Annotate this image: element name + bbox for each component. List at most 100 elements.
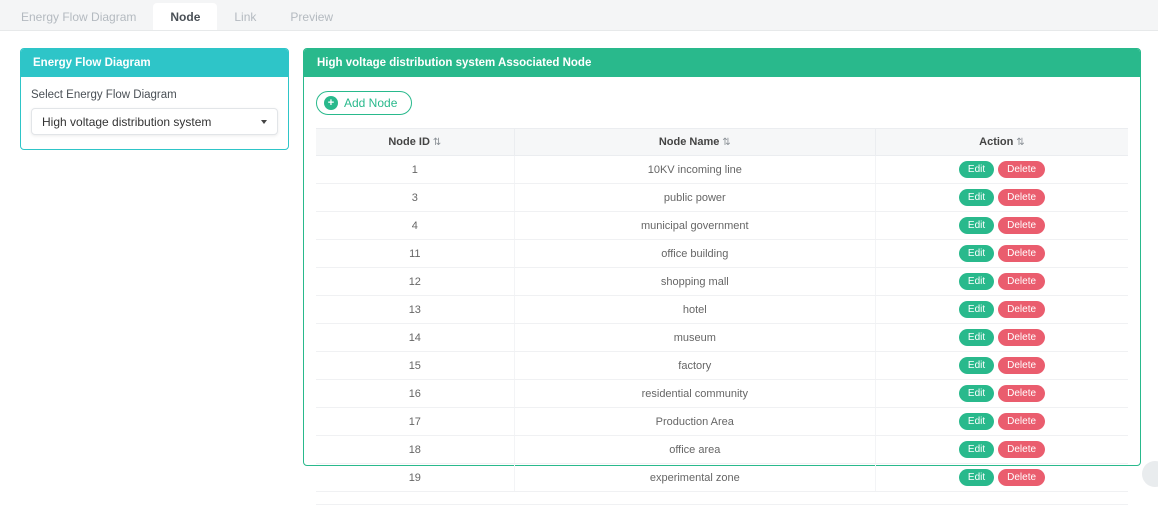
- diagram-select[interactable]: High voltage distribution system: [31, 108, 278, 135]
- node-name-cell: shopping mall: [514, 268, 875, 296]
- column-header-node-name[interactable]: Node Name⇅: [514, 129, 875, 156]
- add-node-button-label: Add Node: [344, 96, 397, 110]
- left-panel-body: Select Energy Flow Diagram High voltage …: [21, 77, 288, 149]
- node-id-cell: 14: [316, 324, 514, 352]
- action-cell: EditDelete: [875, 380, 1128, 408]
- node-name-cell: office area: [514, 436, 875, 464]
- node-name-cell: public power: [514, 184, 875, 212]
- right-panel-body: + Add Node Node ID⇅Node Name⇅Action⇅ 110…: [304, 77, 1140, 519]
- add-node-button[interactable]: + Add Node: [316, 91, 412, 115]
- table-row: 12shopping mallEditDelete: [316, 268, 1128, 296]
- node-id-cell: 13: [316, 296, 514, 324]
- delete-button[interactable]: Delete: [998, 189, 1045, 206]
- sort-icon[interactable]: ⇅: [722, 137, 730, 148]
- edit-button[interactable]: Edit: [959, 245, 994, 262]
- node-id-cell: 3: [316, 184, 514, 212]
- node-name-cell: experimental zone: [514, 464, 875, 492]
- right-panel-title: High voltage distribution system Associa…: [304, 49, 1140, 77]
- node-name-cell: municipal government: [514, 212, 875, 240]
- node-name-cell: hotel: [514, 296, 875, 324]
- column-header-action[interactable]: Action⇅: [875, 129, 1128, 156]
- action-cell: EditDelete: [875, 268, 1128, 296]
- edit-button[interactable]: Edit: [959, 469, 994, 486]
- delete-button[interactable]: Delete: [998, 217, 1045, 234]
- associated-node-panel: High voltage distribution system Associa…: [303, 48, 1141, 466]
- node-id-cell: 12: [316, 268, 514, 296]
- edit-button[interactable]: Edit: [959, 385, 994, 402]
- node-id-cell: 19: [316, 464, 514, 492]
- node-name-cell: office building: [514, 240, 875, 268]
- energy-flow-diagram-panel: Energy Flow Diagram Select Energy Flow D…: [20, 48, 289, 150]
- tab-node[interactable]: Node: [153, 3, 217, 30]
- delete-button[interactable]: Delete: [998, 441, 1045, 458]
- edit-button[interactable]: Edit: [959, 161, 994, 178]
- node-table-header-row: Node ID⇅Node Name⇅Action⇅: [316, 129, 1128, 156]
- node-name-cell: factory: [514, 352, 875, 380]
- table-row: 3public powerEditDelete: [316, 184, 1128, 212]
- tab-link[interactable]: Link: [217, 3, 273, 30]
- delete-button[interactable]: Delete: [998, 273, 1045, 290]
- table-row: 13hotelEditDelete: [316, 296, 1128, 324]
- action-cell: EditDelete: [875, 240, 1128, 268]
- table-row: 110KV incoming lineEditDelete: [316, 156, 1128, 184]
- delete-button[interactable]: Delete: [998, 357, 1045, 374]
- edit-button[interactable]: Edit: [959, 329, 994, 346]
- edit-button[interactable]: Edit: [959, 189, 994, 206]
- delete-button[interactable]: Delete: [998, 301, 1045, 318]
- left-panel-title: Energy Flow Diagram: [21, 49, 288, 77]
- delete-button[interactable]: Delete: [998, 161, 1045, 178]
- tab-preview[interactable]: Preview: [273, 3, 350, 30]
- table-row: 18office areaEditDelete: [316, 436, 1128, 464]
- table-row: 17Production AreaEditDelete: [316, 408, 1128, 436]
- edit-button[interactable]: Edit: [959, 273, 994, 290]
- node-table-container: Node ID⇅Node Name⇅Action⇅ 110KV incoming…: [316, 128, 1128, 505]
- delete-button[interactable]: Delete: [998, 329, 1045, 346]
- node-id-cell: 16: [316, 380, 514, 408]
- node-id-cell: 4: [316, 212, 514, 240]
- plus-circle-icon: +: [324, 96, 338, 110]
- chevron-down-icon: [261, 120, 267, 124]
- sort-icon[interactable]: ⇅: [1016, 137, 1024, 148]
- action-cell: EditDelete: [875, 184, 1128, 212]
- tab-energy-flow-diagram[interactable]: Energy Flow Diagram: [4, 3, 153, 30]
- node-table-body: 110KV incoming lineEditDelete3public pow…: [316, 156, 1128, 492]
- column-header-node-id[interactable]: Node ID⇅: [316, 129, 514, 156]
- action-cell: EditDelete: [875, 212, 1128, 240]
- edit-button[interactable]: Edit: [959, 357, 994, 374]
- action-cell: EditDelete: [875, 156, 1128, 184]
- node-name-cell: museum: [514, 324, 875, 352]
- action-cell: EditDelete: [875, 464, 1128, 492]
- sort-icon[interactable]: ⇅: [433, 137, 441, 148]
- table-row: 16residential communityEditDelete: [316, 380, 1128, 408]
- action-cell: EditDelete: [875, 408, 1128, 436]
- node-table: Node ID⇅Node Name⇅Action⇅ 110KV incoming…: [316, 128, 1128, 492]
- edit-button[interactable]: Edit: [959, 413, 994, 430]
- corner-floating-circle: [1142, 461, 1158, 487]
- node-id-cell: 17: [316, 408, 514, 436]
- select-diagram-label: Select Energy Flow Diagram: [31, 89, 278, 101]
- tab-bar: Energy Flow DiagramNodeLinkPreview: [0, 0, 1158, 31]
- table-row: 4municipal governmentEditDelete: [316, 212, 1128, 240]
- edit-button[interactable]: Edit: [959, 301, 994, 318]
- delete-button[interactable]: Delete: [998, 385, 1045, 402]
- edit-button[interactable]: Edit: [959, 217, 994, 234]
- table-row: 15factoryEditDelete: [316, 352, 1128, 380]
- node-id-cell: 15: [316, 352, 514, 380]
- node-name-cell: residential community: [514, 380, 875, 408]
- action-cell: EditDelete: [875, 296, 1128, 324]
- node-id-cell: 18: [316, 436, 514, 464]
- table-row: 19experimental zoneEditDelete: [316, 464, 1128, 492]
- node-id-cell: 11: [316, 240, 514, 268]
- action-cell: EditDelete: [875, 352, 1128, 380]
- table-row: 14museumEditDelete: [316, 324, 1128, 352]
- delete-button[interactable]: Delete: [998, 413, 1045, 430]
- edit-button[interactable]: Edit: [959, 441, 994, 458]
- node-name-cell: 10KV incoming line: [514, 156, 875, 184]
- delete-button[interactable]: Delete: [998, 469, 1045, 486]
- node-name-cell: Production Area: [514, 408, 875, 436]
- node-id-cell: 1: [316, 156, 514, 184]
- delete-button[interactable]: Delete: [998, 245, 1045, 262]
- action-cell: EditDelete: [875, 436, 1128, 464]
- action-cell: EditDelete: [875, 324, 1128, 352]
- table-row: 11office buildingEditDelete: [316, 240, 1128, 268]
